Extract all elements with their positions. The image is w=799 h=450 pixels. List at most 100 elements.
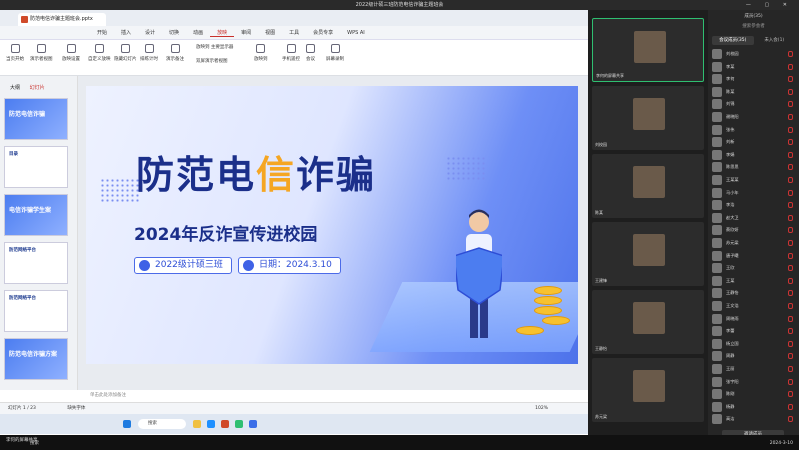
microphone-muted-icon[interactable] xyxy=(788,202,793,209)
slide-thumbnail[interactable]: 电信诈骗学生案 xyxy=(4,194,68,236)
member-row[interactable]: 唐子曦 xyxy=(712,250,795,262)
microphone-muted-icon[interactable] xyxy=(788,265,793,272)
microphone-muted-icon[interactable] xyxy=(788,63,793,70)
tab-insert[interactable]: 插入 xyxy=(114,29,138,36)
microphone-muted-icon[interactable] xyxy=(788,126,793,133)
video-tile[interactable]: 苏元梁 xyxy=(592,358,704,422)
tab-home[interactable]: 开始 xyxy=(90,29,114,36)
member-row[interactable]: 王某 xyxy=(712,275,795,287)
member-row[interactable]: 马小年 xyxy=(712,187,795,199)
member-row[interactable]: 张伟 xyxy=(712,124,795,136)
member-row[interactable]: 王文浩 xyxy=(712,300,795,312)
meeting-button[interactable]: 会议 xyxy=(306,44,315,62)
member-row[interactable]: 杨静 xyxy=(712,401,795,413)
member-row[interactable]: 蔡欣妍 xyxy=(712,224,795,236)
presenter-view-button[interactable]: 演示者视图 xyxy=(30,44,53,62)
microphone-muted-icon[interactable] xyxy=(788,252,793,259)
member-search[interactable]: 搜索参会者 xyxy=(708,22,799,36)
rehearse-button[interactable]: 排练计时 xyxy=(140,44,158,62)
microphone-muted-icon[interactable] xyxy=(788,164,793,171)
taskbar-search[interactable]: 搜索 xyxy=(138,419,186,429)
tab-outline[interactable]: 大纲 xyxy=(10,85,20,91)
tab-design[interactable]: 设计 xyxy=(138,29,162,36)
microphone-muted-icon[interactable] xyxy=(788,403,793,410)
document-tab[interactable]: 防范电信诈骗主题班会.pptx xyxy=(18,13,106,26)
video-tile[interactable]: 陈某 xyxy=(592,154,704,218)
microphone-muted-icon[interactable] xyxy=(788,328,793,335)
microphone-muted-icon[interactable] xyxy=(788,177,793,183)
microphone-muted-icon[interactable] xyxy=(788,88,793,95)
microphone-muted-icon[interactable] xyxy=(788,240,793,246)
member-row[interactable]: 刘新 xyxy=(712,136,795,148)
microphone-muted-icon[interactable] xyxy=(788,303,793,309)
show-to-dropdown[interactable]: 放映到 主要显示器 xyxy=(196,44,233,50)
member-row[interactable]: 陈刚 xyxy=(712,388,795,400)
tab-transition[interactable]: 切换 xyxy=(162,29,186,36)
member-row[interactable]: 陈某 xyxy=(712,86,795,98)
video-tile[interactable]: 李何的屏幕共享 xyxy=(592,18,704,82)
current-slide[interactable]: 防范电信诈骗 2024年反诈宣传进校园 2022级计硕三班 日期：2024.3.… xyxy=(86,86,578,364)
meeting-app-icon[interactable] xyxy=(249,420,257,428)
member-row[interactable]: 李何 xyxy=(712,73,795,85)
notes-button[interactable]: 演示备注 xyxy=(166,44,184,62)
member-row[interactable]: 李娟 xyxy=(712,149,795,161)
browser-icon[interactable] xyxy=(207,420,215,428)
tab-review[interactable]: 审阅 xyxy=(234,29,258,36)
member-row[interactable]: 王丽 xyxy=(712,363,795,375)
tab-animation[interactable]: 动画 xyxy=(186,29,210,36)
microphone-muted-icon[interactable] xyxy=(788,416,793,423)
member-row[interactable]: 高洁 xyxy=(712,413,795,425)
microphone-muted-icon[interactable] xyxy=(788,101,793,108)
slide-thumbnail[interactable]: 防范网络平台 xyxy=(4,290,68,332)
member-row[interactable]: 李某 xyxy=(712,61,795,73)
microphone-muted-icon[interactable] xyxy=(788,151,793,158)
microphone-muted-icon[interactable] xyxy=(788,114,793,120)
member-row[interactable]: 陈思思 xyxy=(712,161,795,173)
member-row[interactable]: 李浩 xyxy=(712,199,795,211)
slide-thumbnail[interactable]: 防范网络平台 xyxy=(4,242,68,284)
microphone-muted-icon[interactable] xyxy=(788,391,793,398)
member-row[interactable]: 张宇阳 xyxy=(712,376,795,388)
microphone-muted-icon[interactable] xyxy=(788,51,793,57)
slide-thumbnail[interactable]: 防范电信诈骗方案 xyxy=(4,338,68,380)
member-row[interactable]: 周晓雨 xyxy=(712,313,795,325)
window-controls[interactable]: — ▢ ✕ xyxy=(746,0,793,10)
tab-in-meeting[interactable]: 会议成员(35) xyxy=(712,36,754,45)
video-tile[interactable]: 刘校园 xyxy=(592,86,704,150)
hide-slide-button[interactable]: 隐藏幻灯片 xyxy=(114,44,137,62)
screen-record-button[interactable]: 屏幕录制 xyxy=(326,44,344,62)
member-row[interactable]: 周静 xyxy=(712,350,795,362)
show-settings-button[interactable]: 放映设置 xyxy=(62,44,80,62)
microphone-muted-icon[interactable] xyxy=(788,290,793,297)
dual-screen-checkbox[interactable]: 双屏演示者视图 xyxy=(196,58,228,64)
notes-field[interactable]: 单击此处添加备注 xyxy=(78,390,588,402)
member-row[interactable]: 刘锦 xyxy=(712,98,795,110)
wps-icon[interactable] xyxy=(221,420,229,428)
tab-view[interactable]: 视图 xyxy=(258,29,282,36)
microphone-muted-icon[interactable] xyxy=(788,277,793,284)
cast-to-button[interactable]: 放映到 xyxy=(254,44,268,62)
member-row[interactable]: 王静怡 xyxy=(712,287,795,299)
microphone-muted-icon[interactable] xyxy=(788,214,793,221)
member-row[interactable]: 王某某 xyxy=(712,174,795,186)
from-current-button[interactable]: 当页开始 xyxy=(6,44,24,62)
folder-icon[interactable] xyxy=(193,420,201,428)
video-tile[interactable]: 王静怡 xyxy=(592,290,704,354)
missing-font-link[interactable]: 缺失字体 xyxy=(37,406,85,411)
member-row[interactable]: 李蕾 xyxy=(712,325,795,337)
microphone-muted-icon[interactable] xyxy=(788,315,793,322)
microphone-muted-icon[interactable] xyxy=(788,366,793,372)
tab-member[interactable]: 会员专享 xyxy=(306,29,340,36)
start-icon[interactable] xyxy=(123,420,131,428)
microphone-muted-icon[interactable] xyxy=(788,378,793,385)
tab-slides[interactable]: 幻灯片 xyxy=(30,85,45,91)
member-row[interactable]: 赵大卫 xyxy=(712,212,795,224)
host-search[interactable]: 搜索 xyxy=(30,440,39,446)
member-row[interactable]: 刘校园 xyxy=(712,48,795,60)
microphone-muted-icon[interactable] xyxy=(788,189,793,196)
microphone-muted-icon[interactable] xyxy=(788,139,793,146)
tab-wps-ai[interactable]: WPS AI xyxy=(340,30,372,36)
member-row[interactable]: 王欣 xyxy=(712,262,795,274)
custom-show-button[interactable]: 自定义放映 xyxy=(88,44,111,62)
tab-not-joined[interactable]: 未入会(1) xyxy=(754,36,796,45)
